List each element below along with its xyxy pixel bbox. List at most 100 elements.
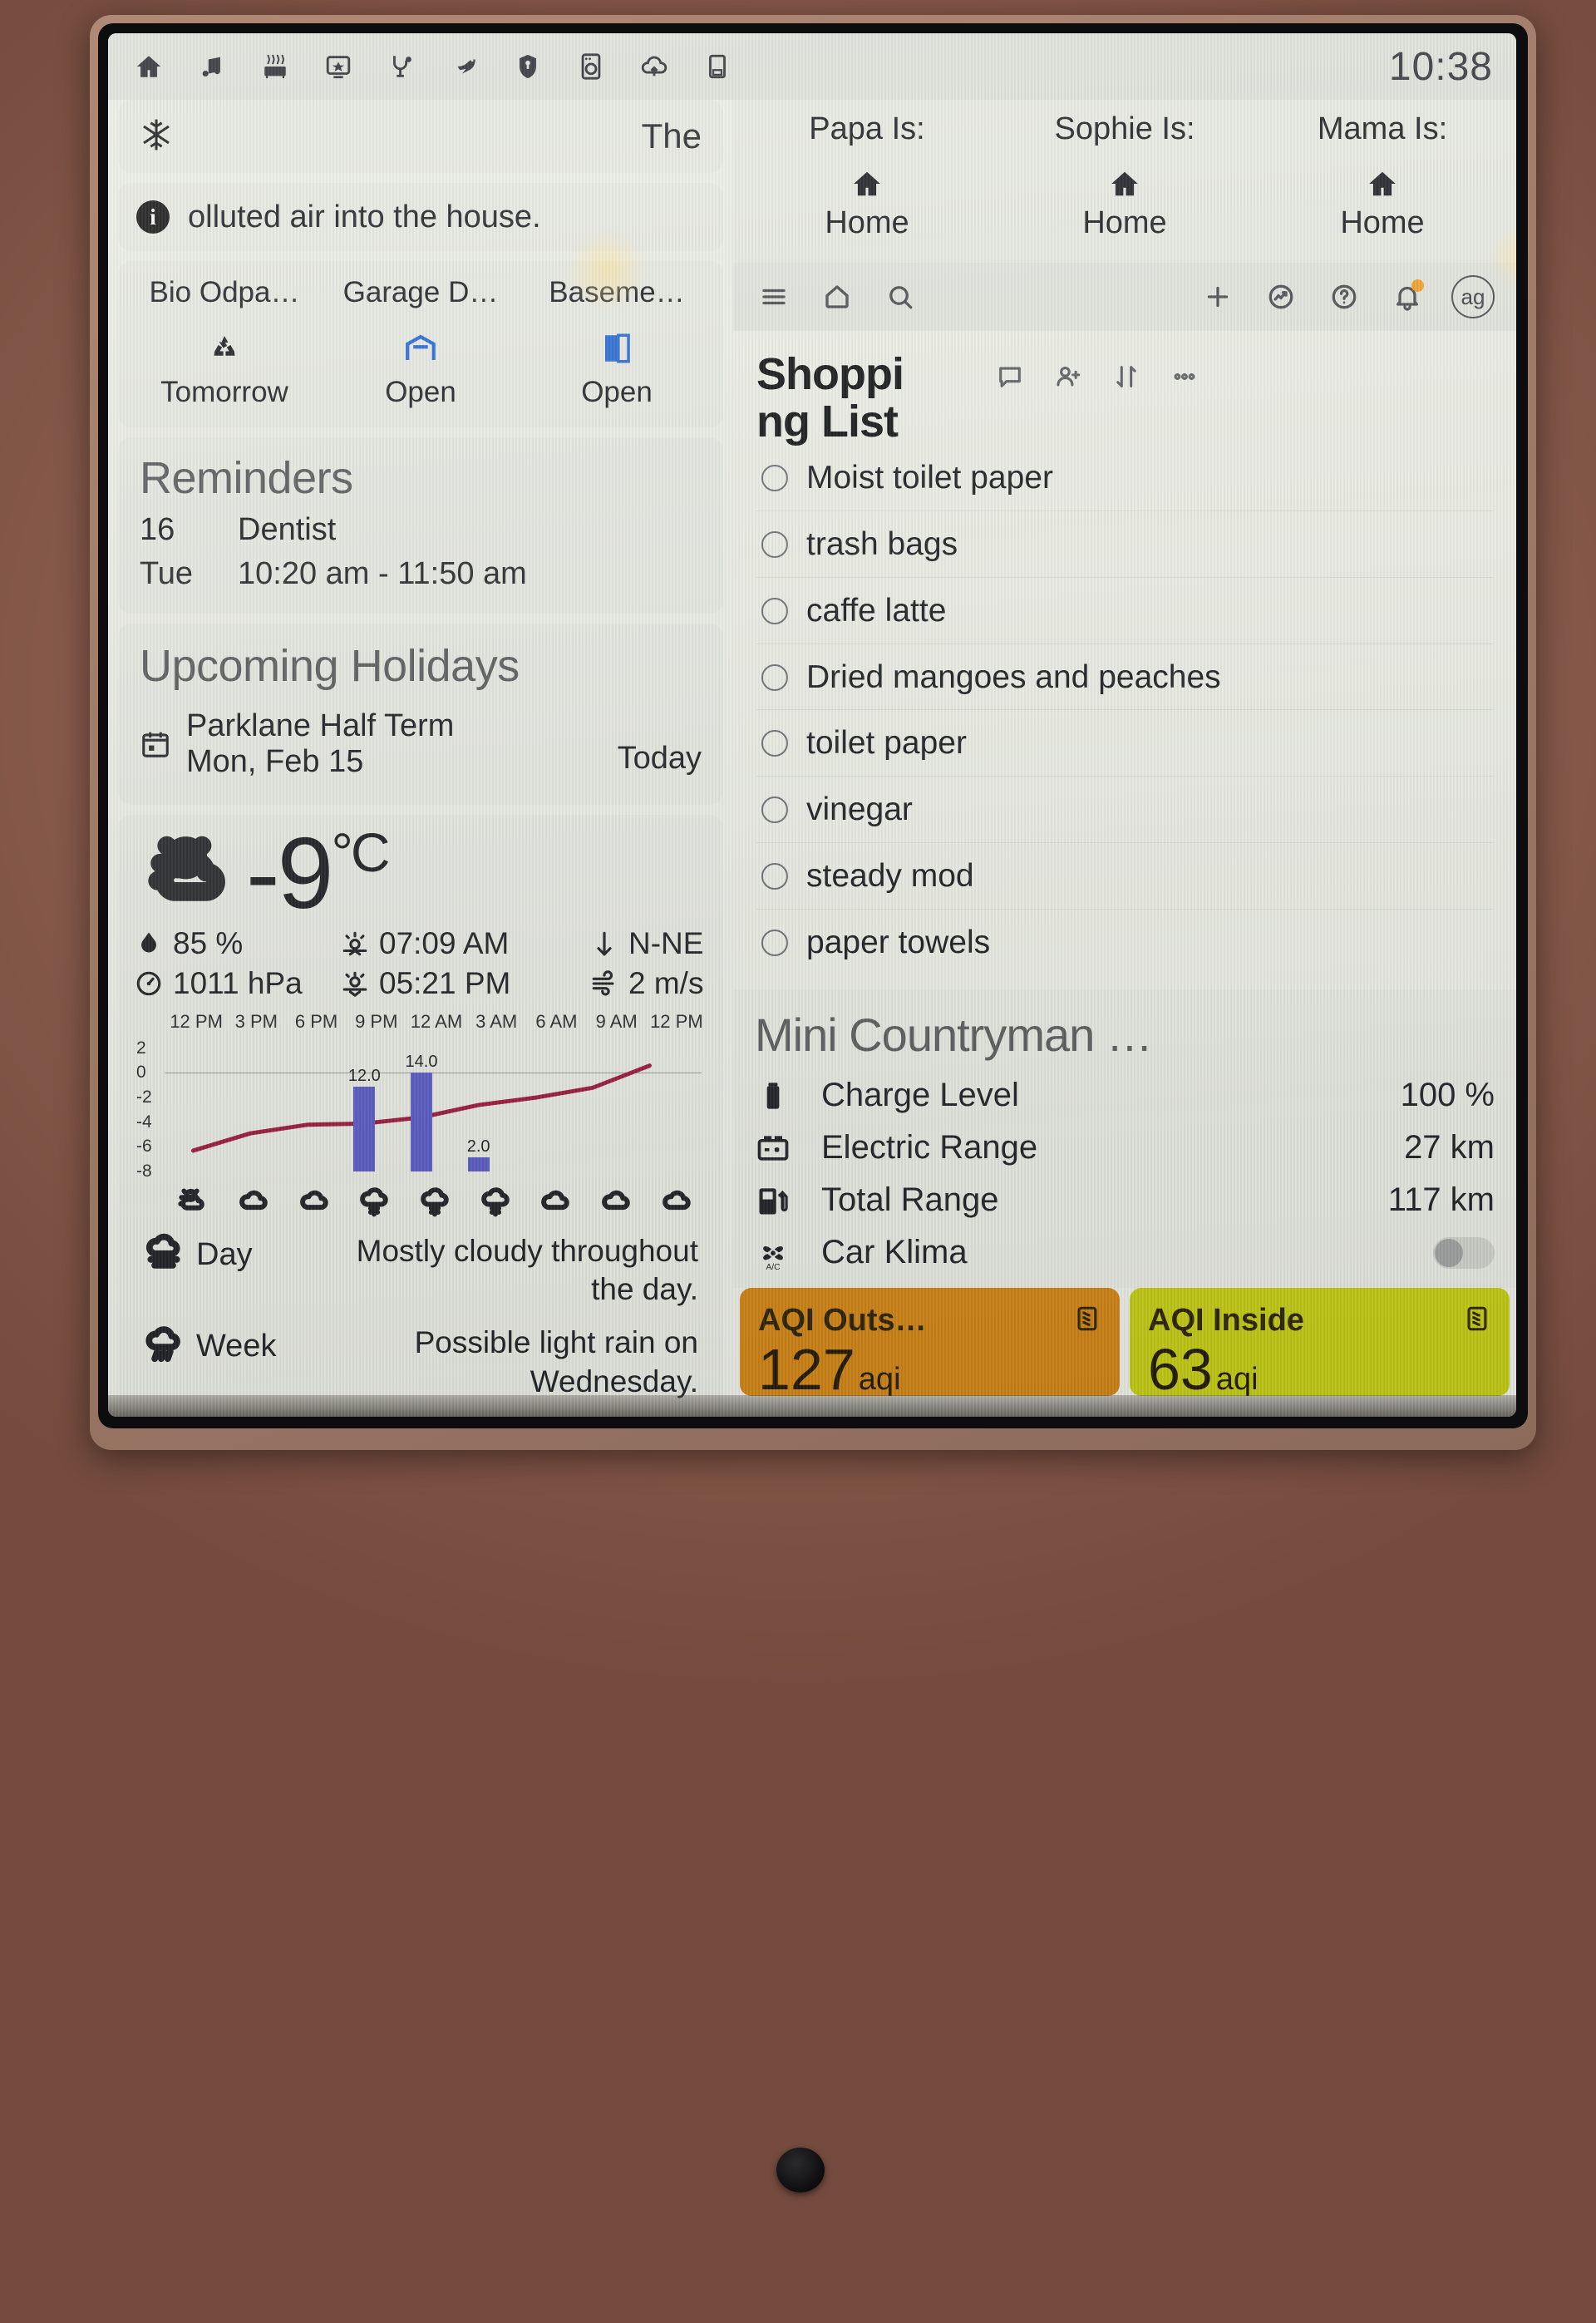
hamburger-icon[interactable] xyxy=(755,278,793,316)
car-row-total-range[interactable]: Total Range 117 km xyxy=(755,1181,1495,1219)
help-icon[interactable] xyxy=(1325,278,1363,316)
plus-icon[interactable] xyxy=(1199,278,1237,316)
holiday-date: Mon, Feb 15 xyxy=(186,744,364,779)
music-icon[interactable] xyxy=(195,48,229,85)
reminder-row[interactable]: 16 Dentist xyxy=(140,512,702,548)
gauge-icon xyxy=(136,971,161,996)
list-item[interactable]: steady mod xyxy=(756,843,1493,910)
aqi-inside-card[interactable]: AQI Inside 63 aqi xyxy=(1130,1288,1510,1397)
notice-text: olluted air into the house. xyxy=(188,199,541,234)
garage-state-item[interactable]: Open xyxy=(323,309,519,409)
activity-icon[interactable] xyxy=(1262,278,1300,316)
sort-icon[interactable] xyxy=(1112,363,1140,395)
chart-x-tick: 3 AM xyxy=(475,1010,518,1032)
car-row-car-klima[interactable]: A/C Car Klima xyxy=(755,1234,1495,1271)
tv-icon[interactable] xyxy=(321,48,356,85)
list-item[interactable]: Moist toilet paper xyxy=(756,445,1493,512)
laptop-icon[interactable] xyxy=(700,48,735,85)
left-pane: The i olluted air into the house. Bio Od… xyxy=(108,100,733,1417)
header-card[interactable]: The xyxy=(118,100,723,173)
sunset-metric: 05:21 PM xyxy=(341,966,582,1001)
shopping-list-title-line1: Shoppi xyxy=(756,349,904,399)
aqi-value: 127 xyxy=(758,1337,855,1397)
right-pane: Papa Is: Home Sophie Is: Home Mama Is: H… xyxy=(733,100,1516,1417)
checkbox-icon[interactable] xyxy=(761,465,788,492)
vacuum-icon[interactable] xyxy=(384,48,419,85)
list-item[interactable]: caffe latte xyxy=(756,578,1493,644)
chart-x-tick: 6 AM xyxy=(535,1010,578,1032)
cloud-sync-icon[interactable] xyxy=(637,48,672,85)
humidity-icon xyxy=(141,932,156,953)
chart-plot-area: 2 0 -2 -4 -6 -8 12.0 14.0 2.0 xyxy=(135,1036,707,1184)
more-icon[interactable] xyxy=(1170,363,1199,395)
bin-state: Tomorrow xyxy=(160,376,288,408)
battery-icon xyxy=(755,1078,821,1114)
radiator-icon[interactable] xyxy=(258,48,293,85)
weather-metrics-row1: 85 % 07:09 AM N-NE xyxy=(135,926,707,961)
aqi-outside-card[interactable]: AQI Outs… 127 aqi xyxy=(740,1288,1120,1397)
list-item[interactable]: Dried mangoes and peaches xyxy=(756,644,1493,711)
chart-x-tick: 9 AM xyxy=(595,1010,638,1032)
list-item[interactable]: toilet paper xyxy=(756,710,1493,777)
person-card-papa[interactable]: Papa Is: Home xyxy=(738,111,996,263)
list-item[interactable]: paper towels xyxy=(756,910,1493,975)
toggle-knob xyxy=(1435,1238,1463,1267)
cloud-icon xyxy=(646,1186,707,1217)
bin-state: Open xyxy=(581,376,653,408)
list-item[interactable]: vinegar xyxy=(756,777,1493,843)
home-outline-icon[interactable] xyxy=(818,278,856,316)
checkbox-icon[interactable] xyxy=(761,797,788,824)
checkbox-icon[interactable] xyxy=(761,730,788,757)
person-name: Sophie Is: xyxy=(1054,111,1195,146)
comment-icon[interactable] xyxy=(996,363,1024,395)
car-row-charge-level[interactable]: Charge Level 100 % xyxy=(755,1077,1495,1114)
person-name: Papa Is: xyxy=(809,111,925,146)
person-state: Home xyxy=(1082,205,1167,240)
avatar[interactable]: ag xyxy=(1451,275,1495,318)
home-icon[interactable] xyxy=(131,48,166,85)
add-person-icon[interactable] xyxy=(1054,363,1082,395)
bell-icon[interactable] xyxy=(1388,278,1426,316)
list-item-label: steady mod xyxy=(806,857,974,894)
bin-item[interactable]: Garage D… xyxy=(323,276,519,309)
checkbox-icon[interactable] xyxy=(761,597,788,624)
car-row-label: Total Range xyxy=(821,1181,999,1219)
reminder-label: Dentist xyxy=(238,512,337,547)
bin-state-item[interactable]: Tomorrow xyxy=(126,309,323,409)
chart-y-tick: -6 xyxy=(136,1137,152,1157)
bin-name-row: Bio Odpa… Garage D… Baseme… xyxy=(126,276,715,309)
bird-icon[interactable] xyxy=(447,48,482,85)
car-title: Mini Countryman … xyxy=(755,1009,1153,1062)
aqi-name: AQI Inside xyxy=(1148,1303,1304,1339)
aqi-header: AQI Outs… xyxy=(758,1303,1101,1339)
bin-state-row: Tomorrow Open Open xyxy=(126,309,715,409)
checkbox-icon[interactable] xyxy=(761,862,788,890)
door-state-item[interactable]: Open xyxy=(519,309,715,409)
home-icon xyxy=(996,165,1254,202)
bin-item[interactable]: Bio Odpa… xyxy=(126,276,323,309)
bin-item[interactable]: Baseme… xyxy=(519,276,715,309)
aqi-value-row: 127 aqi xyxy=(758,1340,1101,1396)
shopping-list-title-line2: ng List xyxy=(756,396,899,446)
car-klima-toggle[interactable] xyxy=(1433,1236,1495,1269)
tablet-screen: 10:38 The i olluted air into the house. … xyxy=(108,33,1516,1417)
checkbox-icon[interactable] xyxy=(761,531,788,559)
car-row-electric-range[interactable]: Electric Range 27 km xyxy=(755,1129,1495,1166)
person-card-mama[interactable]: Mama Is: Home xyxy=(1254,111,1511,263)
snow-cloud-icon xyxy=(344,1186,405,1217)
shield-icon[interactable] xyxy=(510,48,545,85)
washer-icon[interactable] xyxy=(574,48,608,85)
sunrise-icon xyxy=(342,931,367,956)
reminder-time: 10:20 am - 11:50 am xyxy=(238,556,527,591)
holiday-row[interactable]: Parklane Half Term Mon, Feb 15 Today xyxy=(140,708,702,780)
checkbox-icon[interactable] xyxy=(761,929,788,956)
snowflake-icon[interactable] xyxy=(140,118,176,155)
search-icon[interactable] xyxy=(881,278,919,316)
cloud-icon xyxy=(525,1186,586,1217)
list-item[interactable]: trash bags xyxy=(756,511,1493,578)
sunrise-value: 07:09 AM xyxy=(379,925,510,960)
air-quality-notice[interactable]: i olluted air into the house. xyxy=(118,183,723,251)
chart-y-tick: 0 xyxy=(136,1063,146,1083)
checkbox-icon[interactable] xyxy=(761,663,788,691)
person-card-sophie[interactable]: Sophie Is: Home xyxy=(996,111,1254,263)
